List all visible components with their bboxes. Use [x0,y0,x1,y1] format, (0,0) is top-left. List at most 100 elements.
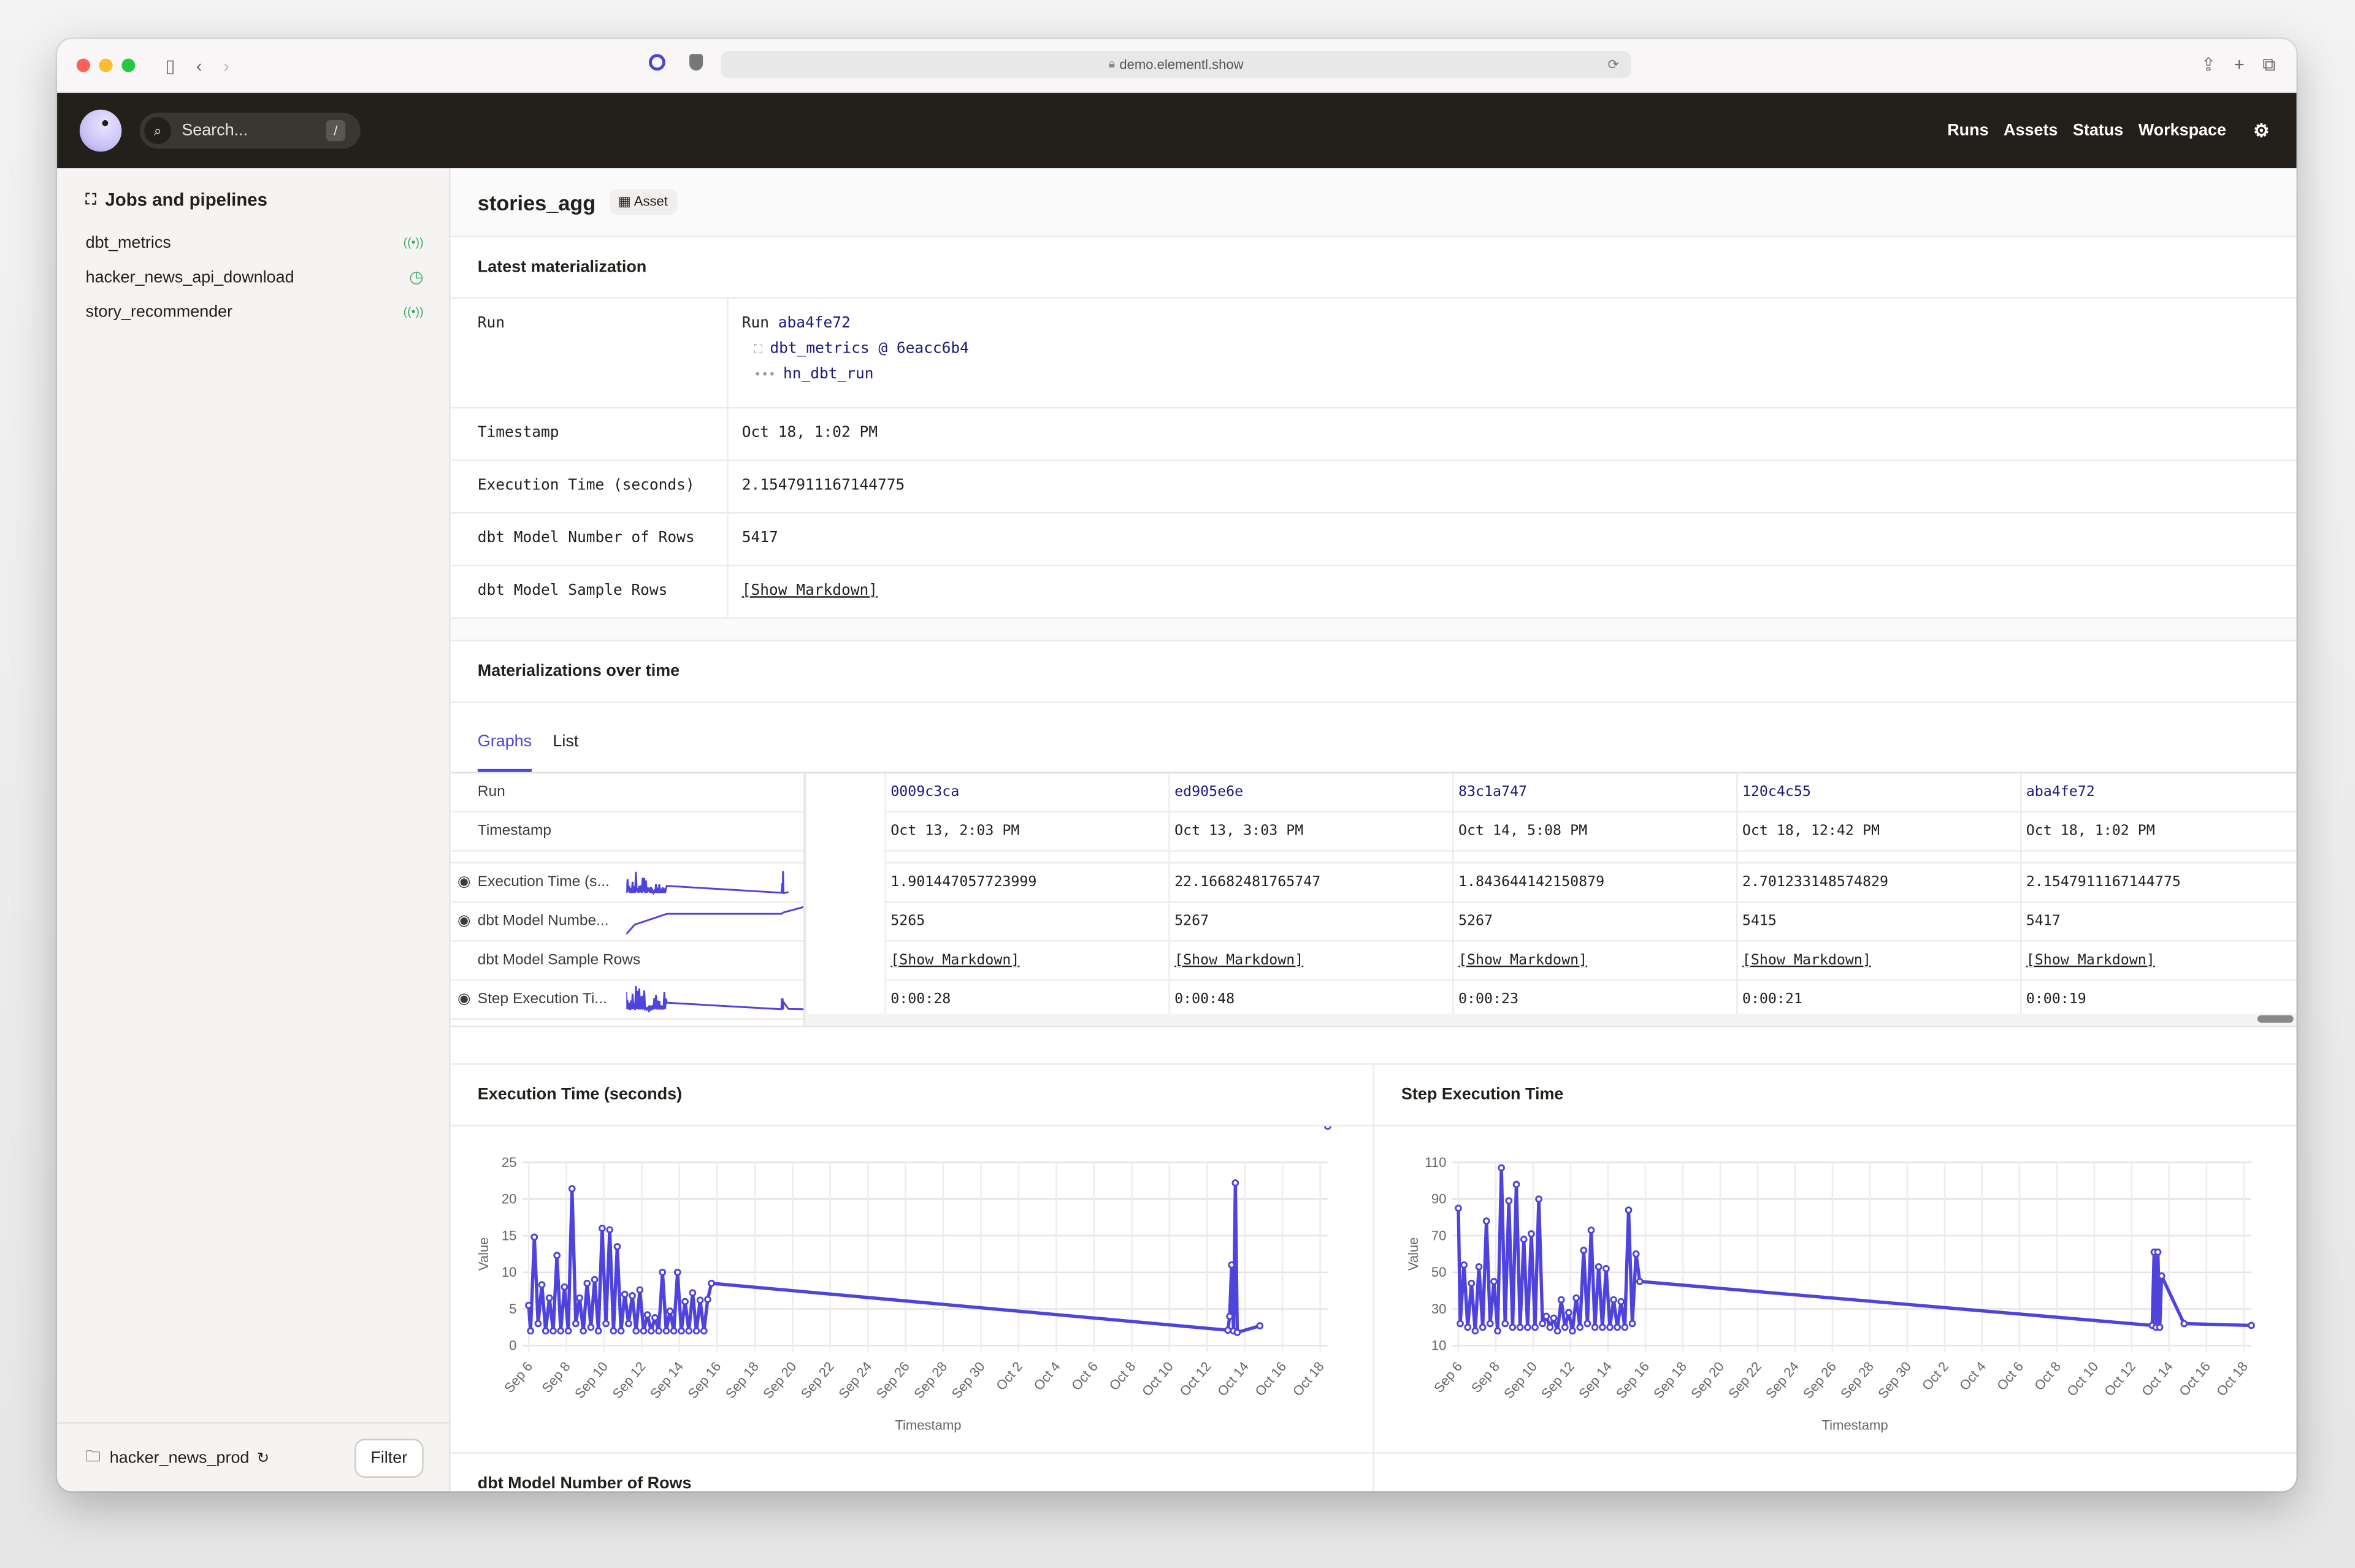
run-id-link[interactable]: 0009c3ca [890,783,959,800]
data-point[interactable] [1591,1323,1599,1331]
data-point[interactable] [1482,1217,1490,1225]
show-markdown-link[interactable]: [Show Markdown] [890,951,1019,968]
eye-icon[interactable]: ◉ [451,990,478,1007]
scrollbar-thumb[interactable] [2257,1014,2294,1022]
snapshot-link[interactable]: 6eacc6b4 [897,341,969,358]
data-point[interactable] [651,1314,659,1321]
data-point[interactable] [1598,1323,1606,1331]
run-id-link[interactable]: 83c1a747 [1458,783,1527,800]
data-point[interactable] [1614,1323,1622,1331]
data-point[interactable] [550,1327,557,1335]
maximize-window-button[interactable] [121,58,136,72]
data-point[interactable] [1583,1320,1591,1328]
data-point[interactable] [613,1243,621,1250]
data-point[interactable] [606,1226,614,1234]
data-point[interactable] [525,1301,532,1309]
data-point[interactable] [1512,1180,1520,1188]
show-markdown-link[interactable]: [Show Markdown] [742,582,878,599]
data-point[interactable] [583,1279,591,1287]
data-point[interactable] [673,1268,681,1276]
data-point[interactable] [662,1327,670,1335]
data-point[interactable] [1528,1230,1535,1237]
data-point[interactable] [1233,1328,1241,1336]
data-point[interactable] [681,1298,689,1306]
data-point[interactable] [643,1311,651,1318]
data-point[interactable] [1455,1204,1462,1212]
data-point[interactable] [689,1289,697,1297]
data-point[interactable] [678,1327,685,1335]
data-point[interactable] [1460,1261,1468,1269]
data-point[interactable] [1531,1323,1539,1331]
data-point[interactable] [1464,1323,1472,1331]
data-point[interactable] [1610,1296,1617,1304]
show-markdown-link[interactable]: [Show Markdown] [2026,951,2155,968]
sidebar-item-story-recommender[interactable]: story_recommender ((•)) [86,294,424,329]
data-point[interactable] [538,1281,546,1288]
data-point[interactable] [708,1279,715,1287]
data-point[interactable] [1475,1263,1483,1271]
data-point[interactable] [1523,1323,1531,1331]
data-point[interactable] [1228,1261,1236,1269]
data-point[interactable] [685,1327,693,1335]
data-point[interactable] [1231,1179,1239,1187]
data-point[interactable] [1561,1323,1569,1331]
nav-runs[interactable]: Runs [1947,121,1988,139]
data-point[interactable] [557,1327,565,1335]
data-point[interactable] [692,1327,700,1335]
nav-workspace[interactable]: Workspace [2139,121,2226,139]
data-point[interactable] [1636,1277,1644,1285]
privacy-shield-icon[interactable] [689,54,703,71]
data-point[interactable] [553,1252,561,1260]
data-point[interactable] [1516,1323,1524,1331]
data-point[interactable] [1632,1250,1640,1258]
data-point[interactable] [580,1327,588,1335]
reload-repository-icon[interactable]: ↻ [257,1450,270,1467]
data-point[interactable] [1535,1195,1542,1203]
data-point[interactable] [670,1327,678,1335]
data-point[interactable] [1224,1326,1231,1334]
show-markdown-link[interactable]: [Show Markdown] [1458,951,1587,968]
data-point[interactable] [1595,1263,1603,1271]
tab-list[interactable]: List [553,732,578,771]
data-point[interactable] [1625,1206,1633,1214]
data-point[interactable] [655,1327,662,1335]
horizontal-scrollbar[interactable] [805,1012,2297,1025]
show-markdown-link[interactable]: [Show Markdown] [1742,951,1871,968]
data-point[interactable] [1509,1323,1517,1331]
data-point[interactable] [602,1320,610,1328]
tab-overview-icon[interactable]: ⧉ [2262,54,2275,77]
data-point[interactable] [1603,1264,1610,1272]
tab-graphs[interactable]: Graphs [477,732,532,771]
data-point[interactable] [1486,1320,1494,1328]
share-icon[interactable]: ⇪ [2201,54,2216,77]
data-point[interactable] [534,1320,542,1328]
close-window-button[interactable] [76,58,90,72]
data-point[interactable] [704,1296,711,1303]
data-point[interactable] [576,1294,583,1302]
data-point[interactable] [1490,1277,1498,1285]
data-point[interactable] [1617,1298,1625,1306]
data-point[interactable] [1226,1312,1234,1320]
run-id-link[interactable]: aba4fe72 [778,315,851,332]
data-point[interactable] [640,1327,648,1335]
sensor-status-icon[interactable]: ((•)) [404,305,424,318]
data-point[interactable] [561,1283,569,1291]
data-point[interactable] [591,1275,599,1283]
settings-gear-icon[interactable]: ⚙ [2253,120,2269,141]
data-point[interactable] [587,1323,595,1331]
forward-icon[interactable]: › [223,55,229,75]
data-point[interactable] [629,1292,636,1299]
job-link[interactable]: dbt_metrics [770,341,869,358]
eye-icon[interactable]: ◉ [451,912,478,929]
run-id-link[interactable]: ed905e6e [1174,783,1243,800]
data-point[interactable] [696,1296,704,1304]
schedule-clock-icon[interactable]: ◷ [409,267,424,286]
data-point[interactable] [1498,1164,1505,1172]
sidebar-toggle-icon[interactable]: ▯ [165,55,175,75]
repository-name[interactable]: hacker_news_prod [110,1449,250,1467]
minimize-window-button[interactable] [99,58,113,72]
data-point[interactable] [666,1307,674,1315]
dagster-logo-icon[interactable] [79,109,122,152]
sensor-status-icon[interactable]: ((•)) [404,235,424,249]
data-point[interactable] [564,1327,572,1335]
